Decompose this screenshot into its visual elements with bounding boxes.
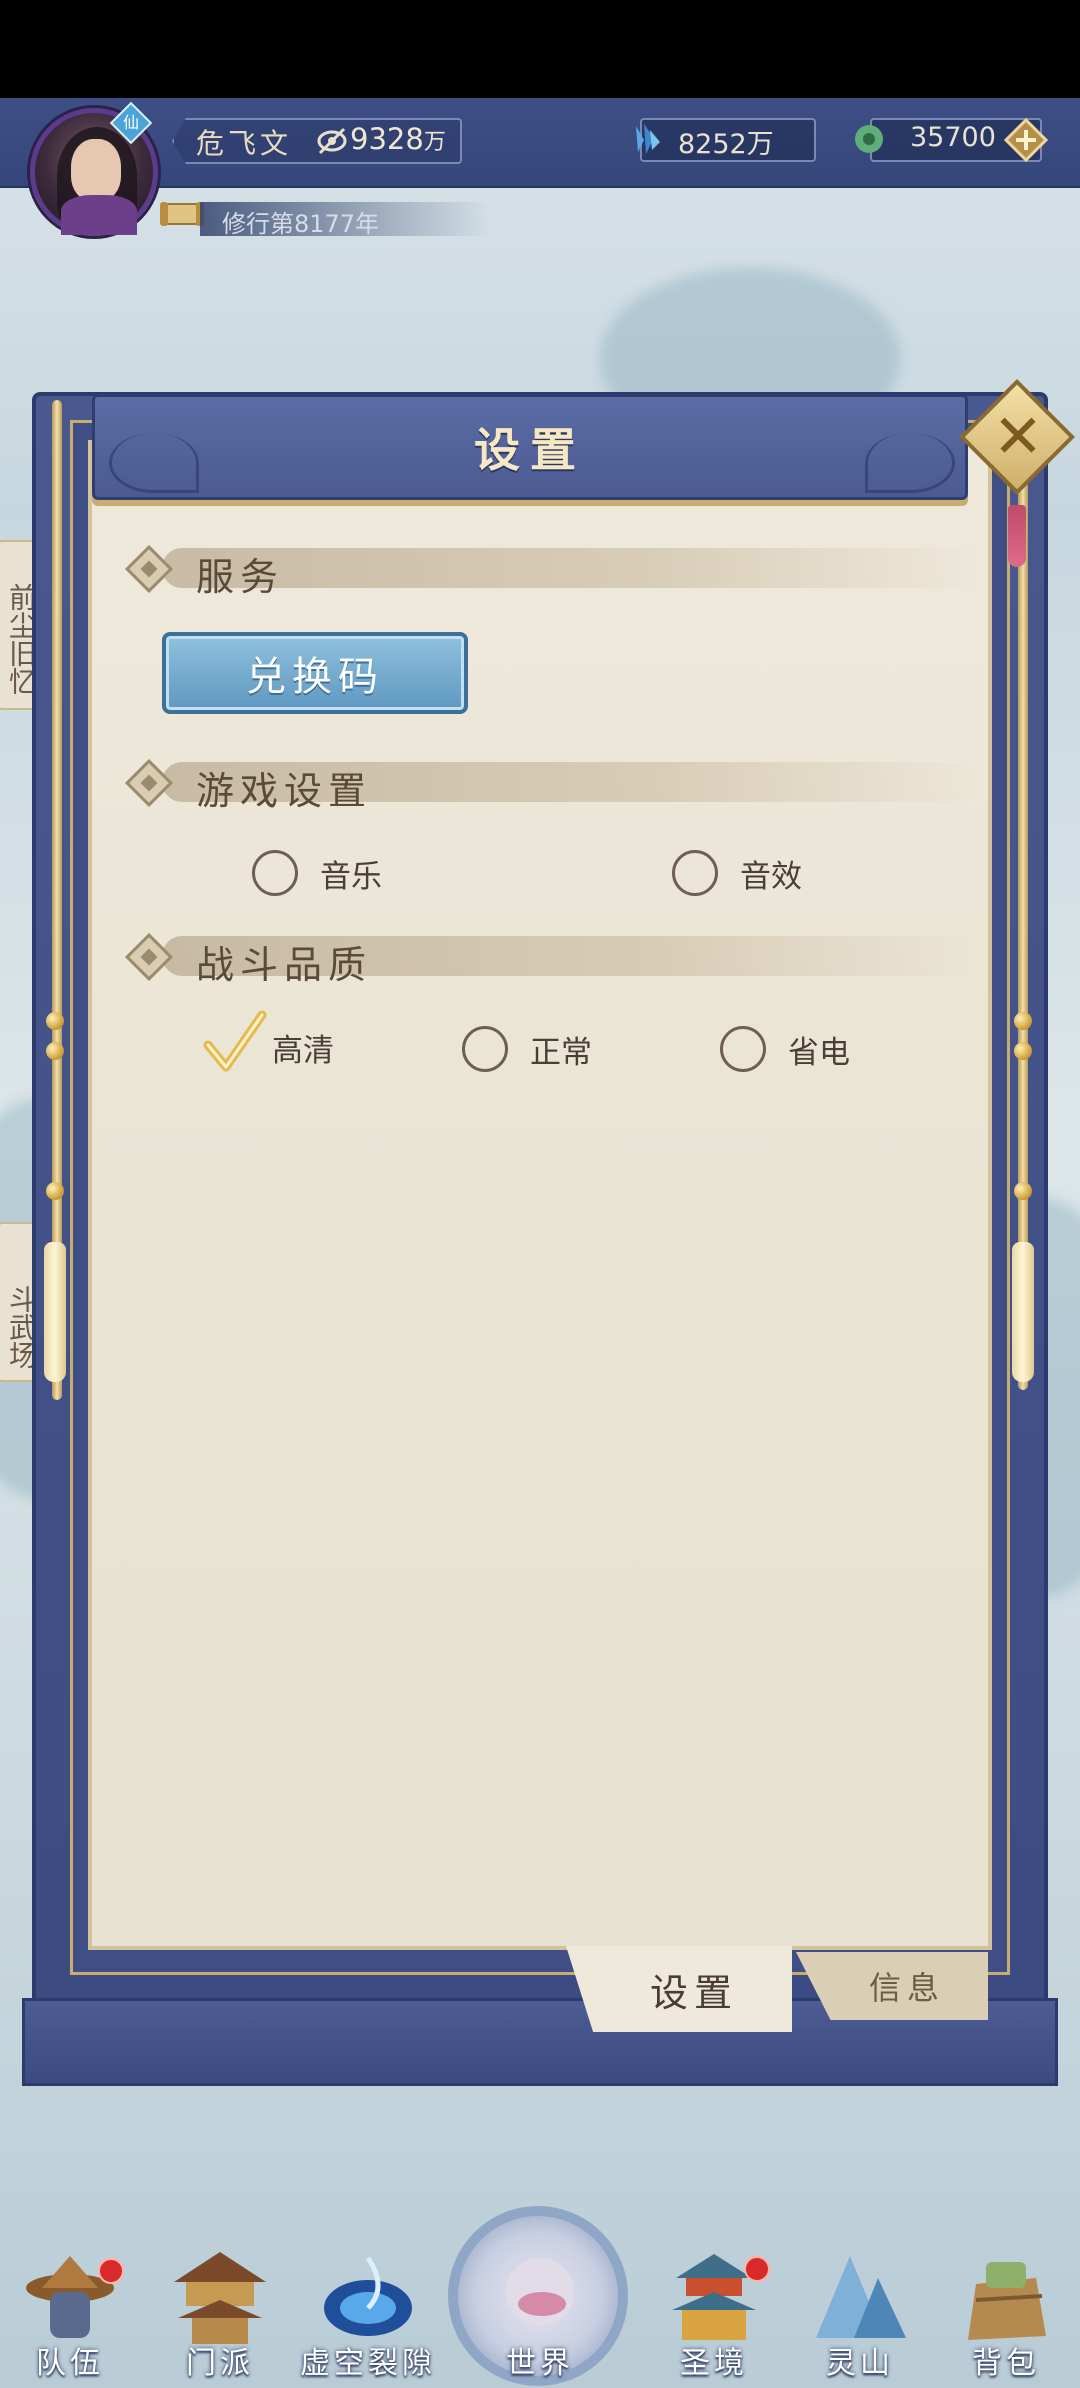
bead-decoration [1014, 1182, 1032, 1200]
dialog-header: 设置 [92, 394, 968, 500]
sound-effects-label: 音效 [740, 858, 802, 895]
spirit-mountain-icon [816, 2256, 906, 2338]
bag-icon [968, 2262, 1046, 2340]
bead-decoration [46, 1182, 64, 1200]
sect-icon [174, 2252, 266, 2344]
option-sound-effects[interactable]: 音效 [672, 848, 802, 898]
bead-decoration [1014, 1042, 1032, 1060]
holy-realm-badge [744, 2256, 770, 2282]
nav-sect-label: 门派 [186, 2346, 254, 2381]
jade-coin-icon [855, 125, 883, 153]
combat-power-icon [317, 127, 347, 155]
close-icon[interactable]: ✕ [982, 396, 1054, 478]
nav-world[interactable]: 世界 [480, 2240, 600, 2388]
cultivation-years: 修行第8177年 [222, 210, 380, 238]
world-icon [506, 2258, 574, 2326]
nav-sect[interactable]: 门派 [160, 2240, 280, 2388]
option-music[interactable]: 音乐 [252, 848, 382, 898]
bead-decoration [1014, 1012, 1032, 1030]
section-service-label: 服务 [196, 555, 285, 599]
normal-radio[interactable] [462, 1026, 508, 1072]
void-rift-icon [324, 2256, 412, 2336]
nav-holy-realm-label: 圣境 [680, 2346, 748, 2381]
nav-team-label: 队伍 [36, 2346, 104, 2381]
game-screen: 仙 危飞文 9328万 8252万 35700 修行第8177年 前尘旧忆 斗武… [0, 0, 1080, 2388]
sound-effects-radio[interactable] [672, 850, 718, 896]
diamond-bullet-icon [124, 544, 174, 594]
music-radio[interactable] [252, 850, 298, 896]
dialog-title: 设置 [474, 423, 586, 477]
nav-bag-label: 背包 [972, 2346, 1040, 2381]
hd-checkmark-icon[interactable] [203, 1010, 267, 1077]
nav-holy-realm[interactable]: 圣境 [654, 2240, 774, 2388]
add-currency-icon[interactable] [1004, 118, 1048, 162]
tassel-right [1012, 1242, 1034, 1382]
bead-decoration [46, 1012, 64, 1030]
nav-spirit-mountain-label: 灵山 [826, 2346, 894, 2381]
section-game-settings: 游戏设置 [124, 756, 982, 813]
section-battle-quality: 战斗品质 [124, 930, 982, 987]
section-game-settings-label: 游戏设置 [196, 769, 373, 813]
music-label: 音乐 [320, 858, 382, 895]
tassel-left [44, 1242, 66, 1382]
tab-settings[interactable]: 设置 [566, 1946, 792, 2032]
diamond-bullet-icon [124, 932, 174, 982]
jade-coin-amount: 35700 [910, 122, 996, 153]
nav-team[interactable]: 队伍 [10, 2240, 130, 2388]
player-name: 危飞文 [196, 127, 293, 160]
redeem-code-button[interactable]: 兑换码 [162, 632, 468, 714]
scroll-icon [160, 202, 204, 226]
nav-world-label: 世界 [506, 2346, 574, 2381]
nav-void-rift-label: 虚空裂隙 [300, 2346, 436, 2381]
nav-bag[interactable]: 背包 [946, 2240, 1066, 2388]
option-power-saving[interactable]: 省电 [720, 1024, 850, 1074]
bead-decoration [46, 1042, 64, 1060]
spirit-crystal-amount: 8252万 [678, 129, 774, 160]
section-battle-quality-label: 战斗品质 [196, 943, 373, 987]
power-saving-radio[interactable] [720, 1026, 766, 1072]
option-normal[interactable]: 正常 [462, 1024, 592, 1074]
hd-label: 高清 [272, 1032, 334, 1069]
spirit-crystal-icon [636, 124, 660, 154]
combat-power-value: 9328万 [350, 122, 446, 156]
normal-label: 正常 [530, 1034, 592, 1071]
team-badge [98, 2258, 124, 2284]
red-tassel-decoration [1008, 505, 1026, 567]
nav-void-rift[interactable]: 虚空裂隙 [296, 2240, 440, 2388]
nav-spirit-mountain[interactable]: 灵山 [800, 2240, 920, 2388]
option-hd[interactable]: 高清 [203, 1010, 334, 1072]
power-saving-label: 省电 [788, 1034, 850, 1071]
section-service: 服务 [124, 542, 982, 599]
diamond-bullet-icon [124, 758, 174, 808]
